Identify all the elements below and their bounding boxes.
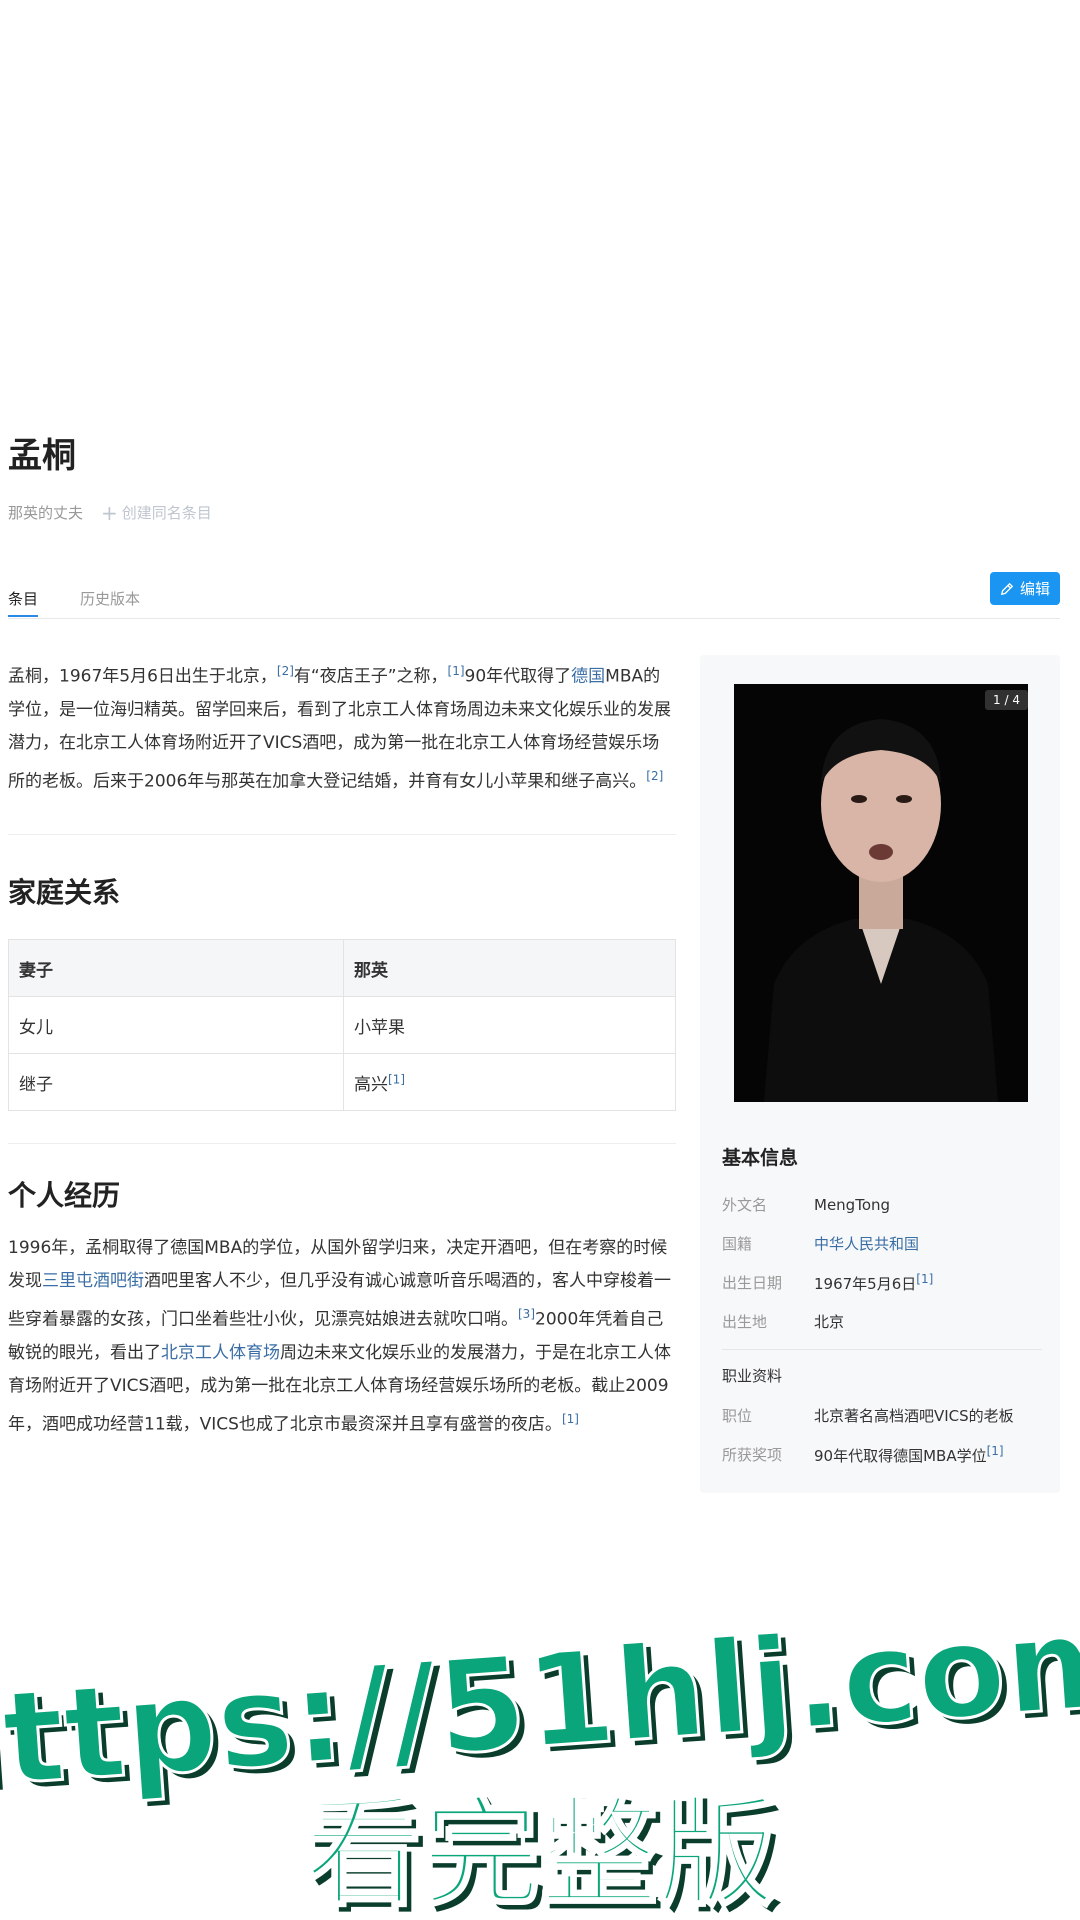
- divider: [8, 1143, 676, 1145]
- person-photo[interactable]: 1 / 4: [734, 684, 1028, 1102]
- info-row: 出生地 北京: [722, 1302, 1042, 1341]
- family-table: 妻子 那英 女儿 小苹果 继子 高兴[1]: [8, 939, 676, 1112]
- value-text: 90年代取得德国MBA学位: [814, 1446, 987, 1465]
- info-key: 所获奖项: [722, 1446, 783, 1464]
- table-value: 高兴[1]: [343, 1053, 676, 1112]
- create-same-name-link[interactable]: + 创建同名条目: [101, 502, 212, 523]
- intro-text-3: 90年代取得了: [464, 666, 572, 687]
- ref-link[interactable]: [1]: [562, 1412, 579, 1426]
- subtitle-row: 那英的丈夫 + 创建同名条目: [8, 502, 212, 523]
- info-key: 出生日期: [722, 1274, 783, 1292]
- portrait-illustration: [734, 684, 1028, 1102]
- info-key: 职位: [722, 1407, 753, 1425]
- info-key: 外文名: [722, 1196, 768, 1214]
- value-text: 1967年5月6日: [814, 1274, 917, 1293]
- table-key: 女儿: [8, 996, 344, 1055]
- value-text: 那英: [354, 960, 388, 981]
- info-value: 北京: [814, 1313, 845, 1331]
- table-key: 妻子: [8, 939, 344, 998]
- tab-history[interactable]: 历史版本: [80, 582, 140, 618]
- info-key: 出生地: [722, 1313, 768, 1331]
- divider: [8, 834, 676, 836]
- info-value-link[interactable]: 中华人民共和国: [814, 1233, 919, 1254]
- career-paragraph: 1996年，孟桐取得了德国MBA的学位，从国外留学归来，决定开酒吧，但在考察的时…: [8, 1232, 676, 1441]
- info-value: 90年代取得德国MBA学位[1]: [814, 1444, 1004, 1466]
- link-germany[interactable]: 德国: [571, 667, 605, 687]
- ref-link[interactable]: [1]: [987, 1444, 1004, 1458]
- family-heading: 家庭关系: [8, 876, 121, 910]
- intro-text-2: 有“夜店王子”之称，: [293, 666, 448, 687]
- basic-info-list: 外文名 MengTong 国籍 中华人民共和国 出生日期 1967年5月6日[1…: [722, 1185, 1042, 1474]
- table-row: 继子 高兴[1]: [8, 1053, 676, 1112]
- pencil-icon: [1000, 582, 1014, 595]
- info-row: 出生日期 1967年5月6日[1]: [722, 1263, 1042, 1302]
- ref-link[interactable]: [2]: [646, 769, 663, 783]
- plus-icon: +: [101, 500, 118, 525]
- ref-link[interactable]: [3]: [518, 1307, 535, 1321]
- info-sidebar: 1 / 4 基本信息 外文名 MengTong 国籍 中华人民共和国 出生日期 …: [700, 655, 1060, 1493]
- ref-link[interactable]: [2]: [277, 664, 294, 678]
- ref-link[interactable]: [1]: [916, 1272, 933, 1286]
- ref-link[interactable]: [1]: [448, 664, 465, 678]
- tab-entry[interactable]: 条目: [8, 582, 39, 617]
- table-value: 小苹果: [343, 996, 676, 1055]
- intro-text-1: 孟桐，1967年5月6日出生于北京，: [8, 666, 277, 687]
- subtitle-text: 那英的丈夫: [8, 504, 84, 522]
- value-text: 小苹果: [354, 1017, 405, 1038]
- tab-bar: 条目 历史版本 编辑: [8, 572, 1060, 619]
- page-title: 孟桐: [8, 436, 76, 476]
- info-value: 1967年5月6日[1]: [814, 1272, 933, 1294]
- main-content: 孟桐，1967年5月6日出生于北京，[2]有“夜店王子”之称，[1]90年代取得…: [8, 655, 676, 1442]
- info-row: 职位 北京著名高档酒吧VICS的老板: [722, 1396, 1042, 1435]
- info-value: MengTong: [814, 1195, 891, 1214]
- table-value: 那英: [343, 939, 676, 998]
- ref-link[interactable]: [1]: [388, 1072, 405, 1086]
- basic-info-title: 基本信息: [722, 1147, 799, 1169]
- table-row: 妻子 那英: [8, 939, 676, 998]
- info-value: 北京著名高档酒吧VICS的老板: [814, 1407, 1014, 1425]
- link-sanlitun[interactable]: 三里屯酒吧街: [42, 1271, 144, 1291]
- value-text: 高兴: [354, 1074, 388, 1095]
- watermark-overlay: https://51hlj.com https://51hlj.com 看完整版…: [0, 1600, 1080, 1920]
- edit-button-label: 编辑: [1019, 580, 1050, 598]
- photo-counter: 1 / 4: [985, 690, 1028, 710]
- info-row: 国籍 中华人民共和国: [722, 1224, 1042, 1263]
- info-key: 国籍: [722, 1235, 753, 1253]
- career-heading: 个人经历: [8, 1179, 121, 1213]
- create-same-name-label: 创建同名条目: [121, 504, 212, 522]
- info-row: 所获奖项 90年代取得德国MBA学位[1]: [722, 1435, 1042, 1474]
- career-info-title: 职业资料: [722, 1366, 783, 1385]
- link-workers-stadium[interactable]: 北京工人体育场: [161, 1343, 280, 1363]
- info-row: 外文名 MengTong: [722, 1185, 1042, 1224]
- watermark-cta: 看完整版: [304, 1784, 776, 1920]
- edit-button[interactable]: 编辑: [989, 572, 1060, 605]
- table-key: 继子: [8, 1053, 344, 1112]
- intro-paragraph: 孟桐，1967年5月6日出生于北京，[2]有“夜店王子”之称，[1]90年代取得…: [8, 655, 676, 798]
- table-row: 女儿 小苹果: [8, 996, 676, 1055]
- divider: [722, 1349, 1042, 1350]
